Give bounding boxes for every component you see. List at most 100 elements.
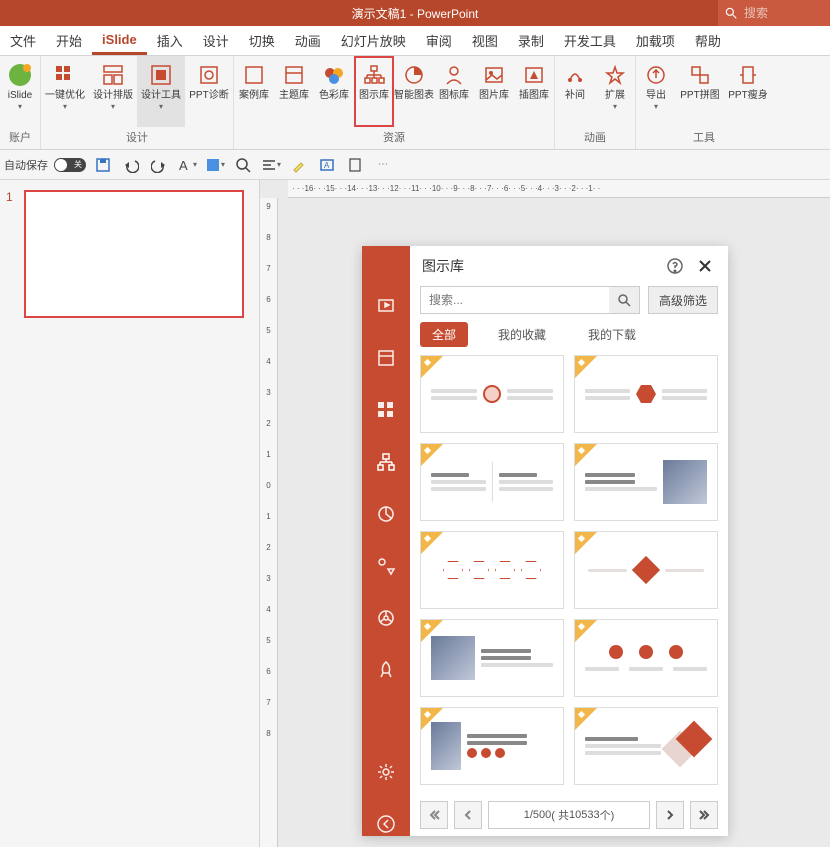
islide-button[interactable]: iSlide ▾ <box>0 56 40 127</box>
template-card[interactable] <box>420 355 564 433</box>
lib-tab-fav[interactable]: 我的收藏 <box>486 322 558 347</box>
redo-icon <box>151 157 167 173</box>
textbox-button[interactable]: A <box>316 154 338 176</box>
search-icon <box>724 6 738 20</box>
global-search-input[interactable] <box>744 6 814 20</box>
tween-button[interactable]: 补间 <box>555 56 595 127</box>
extend-button[interactable]: 扩展▾ <box>595 56 635 127</box>
side-shapes-icon[interactable] <box>374 554 398 578</box>
shape-button[interactable]: ▾ <box>204 154 226 176</box>
star-icon <box>602 62 628 88</box>
tab-home[interactable]: 开始 <box>46 26 92 55</box>
tab-review[interactable]: 审阅 <box>416 26 462 55</box>
merge-icon <box>687 62 713 88</box>
close-button[interactable] <box>694 255 716 277</box>
undo-button[interactable] <box>120 154 142 176</box>
help-button[interactable] <box>664 255 686 277</box>
tab-transition[interactable]: 切换 <box>239 26 285 55</box>
template-card[interactable] <box>420 443 564 521</box>
template-card[interactable] <box>420 707 564 785</box>
last-page-button[interactable] <box>690 801 718 829</box>
slim-icon <box>735 62 761 88</box>
person-icon <box>441 62 467 88</box>
template-card[interactable] <box>574 707 718 785</box>
ppt-diagnose-button[interactable]: PPT诊断 <box>185 56 233 127</box>
tab-animation[interactable]: 动画 <box>285 26 331 55</box>
ppt-merge-button[interactable]: PPT拼图 <box>676 56 724 127</box>
first-page-button[interactable] <box>420 801 448 829</box>
layout-button[interactable]: 设计排版 ▾ <box>89 56 137 127</box>
side-case-icon[interactable] <box>374 294 398 318</box>
align-button[interactable]: ▾ <box>260 154 282 176</box>
export-button[interactable]: 导出▾ <box>636 56 676 127</box>
font-button[interactable]: A▾ <box>176 154 198 176</box>
advanced-filter-button[interactable]: 高级筛选 <box>648 286 718 314</box>
prev-page-button[interactable] <box>454 801 482 829</box>
title-bar: 演示文稿1 - PowerPoint <box>0 0 830 26</box>
tab-design[interactable]: 设计 <box>193 26 239 55</box>
side-back-icon[interactable] <box>374 812 398 836</box>
library-tabs: 全部 我的收藏 我的下载 <box>410 322 728 347</box>
library-search-button[interactable] <box>609 287 639 313</box>
tab-slideshow[interactable]: 幻灯片放映 <box>331 26 416 55</box>
redo-button[interactable] <box>148 154 170 176</box>
optimize-button[interactable]: 一键优化 ▾ <box>41 56 89 127</box>
lib-tab-downloads[interactable]: 我的下载 <box>576 322 648 347</box>
pic-lib-button[interactable]: 图片库 <box>474 56 514 127</box>
slide-number: 1 <box>6 190 18 318</box>
template-card[interactable] <box>420 619 564 697</box>
template-card[interactable] <box>574 619 718 697</box>
new-doc-button[interactable] <box>344 154 366 176</box>
tab-islide[interactable]: iSlide <box>92 26 147 55</box>
smart-chart-button[interactable]: 智能图表 <box>394 56 434 127</box>
more-button[interactable]: ⋯ <box>372 154 394 176</box>
autosave-toggle[interactable]: 关 <box>54 158 86 172</box>
save-button[interactable] <box>92 154 114 176</box>
tab-insert[interactable]: 插入 <box>147 26 193 55</box>
side-settings-icon[interactable] <box>374 760 398 784</box>
tab-file[interactable]: 文件 <box>0 26 46 55</box>
tab-devtools[interactable]: 开发工具 <box>554 26 626 55</box>
template-card[interactable] <box>574 443 718 521</box>
side-theme-icon[interactable] <box>374 346 398 370</box>
side-rocket-icon[interactable] <box>374 658 398 682</box>
global-search[interactable] <box>718 0 830 26</box>
zoom-button[interactable] <box>232 154 254 176</box>
template-card[interactable] <box>574 531 718 609</box>
template-card[interactable] <box>420 531 564 609</box>
illustration-lib-button[interactable]: 图示库 <box>354 56 394 127</box>
chevron-down-icon: ▾ <box>613 102 617 111</box>
tab-record[interactable]: 录制 <box>508 26 554 55</box>
side-chart-icon[interactable] <box>374 502 398 526</box>
chevron-down-icon: ▾ <box>63 102 67 111</box>
slide-thumbnail-1[interactable] <box>24 190 244 318</box>
side-illustration-icon[interactable] <box>374 450 398 474</box>
design-tools-button[interactable]: 设计工具 ▾ <box>137 56 185 127</box>
hierarchy-icon <box>361 62 387 88</box>
tab-addins[interactable]: 加载项 <box>626 26 685 55</box>
side-steering-icon[interactable] <box>374 606 398 630</box>
case-lib-button[interactable]: 案例库 <box>234 56 274 127</box>
library-search[interactable] <box>420 286 640 314</box>
icon-lib-button[interactable]: 图标库 <box>434 56 474 127</box>
page-info: 1 / 500 ( 共 10533 个) <box>488 801 650 829</box>
library-search-input[interactable] <box>421 293 609 307</box>
next-page-button[interactable] <box>656 801 684 829</box>
chevron-down-icon: ▾ <box>654 102 658 111</box>
document-icon <box>347 157 363 173</box>
lib-tab-all[interactable]: 全部 <box>420 322 468 347</box>
shape-icon <box>205 157 221 173</box>
vector-lib-button[interactable]: 插图库 <box>514 56 554 127</box>
color-lib-button[interactable]: 色彩库 <box>314 56 354 127</box>
textbox-icon: A <box>319 157 335 173</box>
ribbon-group-tools: 导出▾ PPT拼图 PPT瘦身 工具 <box>636 56 772 149</box>
side-colors-icon[interactable] <box>374 398 398 422</box>
theme-lib-button[interactable]: 主题库 <box>274 56 314 127</box>
chevron-right-icon <box>664 809 676 821</box>
highlighter-button[interactable] <box>288 154 310 176</box>
template-card[interactable] <box>574 355 718 433</box>
tab-view[interactable]: 视图 <box>462 26 508 55</box>
help-icon <box>666 257 684 275</box>
tab-help[interactable]: 帮助 <box>685 26 731 55</box>
ppt-slim-button[interactable]: PPT瘦身 <box>724 56 772 127</box>
